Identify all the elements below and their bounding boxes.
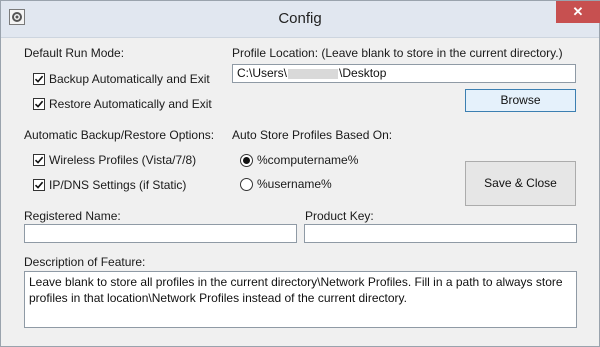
description-label: Description of Feature: (24, 255, 146, 269)
registered-name-input[interactable] (24, 224, 297, 243)
save-close-button[interactable]: Save & Close (465, 161, 576, 206)
run-mode-label: Default Run Mode: (24, 46, 125, 60)
path-suffix: \Desktop (339, 66, 387, 80)
computername-label: %computername% (257, 153, 359, 167)
redacted-username (288, 68, 339, 79)
description-textbox[interactable]: Leave blank to store all profiles in the… (24, 271, 577, 328)
restore-auto-label: Restore Automatically and Exit (49, 97, 212, 111)
checkmark-icon (34, 181, 44, 189)
profile-location-label: Profile Location: (Leave blank to store … (232, 46, 563, 60)
checkbox-box[interactable] (33, 154, 45, 166)
ipdns-settings-label: IP/DNS Settings (if Static) (49, 178, 187, 192)
window-title: Config (278, 10, 322, 27)
radio-dot-icon (243, 156, 250, 164)
auto-store-label: Auto Store Profiles Based On: (232, 128, 393, 142)
radio-circle[interactable] (240, 153, 253, 167)
checkbox-box[interactable] (33, 98, 45, 110)
config-window: Config ✕ Default Run Mode: Backup Automa… (0, 0, 600, 347)
path-prefix: C:\Users\ (237, 66, 288, 80)
registered-name-label: Registered Name: (24, 209, 121, 223)
wireless-profiles-checkbox[interactable]: Wireless Profiles (Vista/7/8) (33, 153, 196, 167)
browse-button[interactable]: Browse (465, 89, 576, 112)
checkmark-icon (34, 100, 44, 108)
wireless-profiles-label: Wireless Profiles (Vista/7/8) (49, 153, 197, 167)
radio-circle[interactable] (240, 177, 253, 191)
backup-auto-checkbox[interactable]: Backup Automatically and Exit (33, 72, 210, 86)
product-key-label: Product Key: (305, 209, 374, 223)
product-key-input[interactable] (304, 224, 577, 243)
computername-radio[interactable]: %computername% (240, 153, 358, 167)
checkmark-icon (34, 75, 44, 83)
username-radio[interactable]: %username% (240, 177, 332, 191)
title-bar[interactable]: Config ✕ (1, 1, 600, 38)
backup-auto-label: Backup Automatically and Exit (49, 72, 210, 86)
checkbox-box[interactable] (33, 179, 45, 191)
ipdns-settings-checkbox[interactable]: IP/DNS Settings (if Static) (33, 178, 186, 192)
profile-location-input[interactable]: C:\Users\ \Desktop (232, 64, 576, 83)
options-label: Automatic Backup/Restore Options: (24, 128, 215, 142)
close-icon: ✕ (572, 4, 584, 19)
checkbox-box[interactable] (33, 73, 45, 85)
username-label: %username% (257, 177, 332, 191)
checkmark-icon (34, 156, 44, 164)
restore-auto-checkbox[interactable]: Restore Automatically and Exit (33, 97, 212, 111)
close-button[interactable]: ✕ (556, 1, 600, 23)
